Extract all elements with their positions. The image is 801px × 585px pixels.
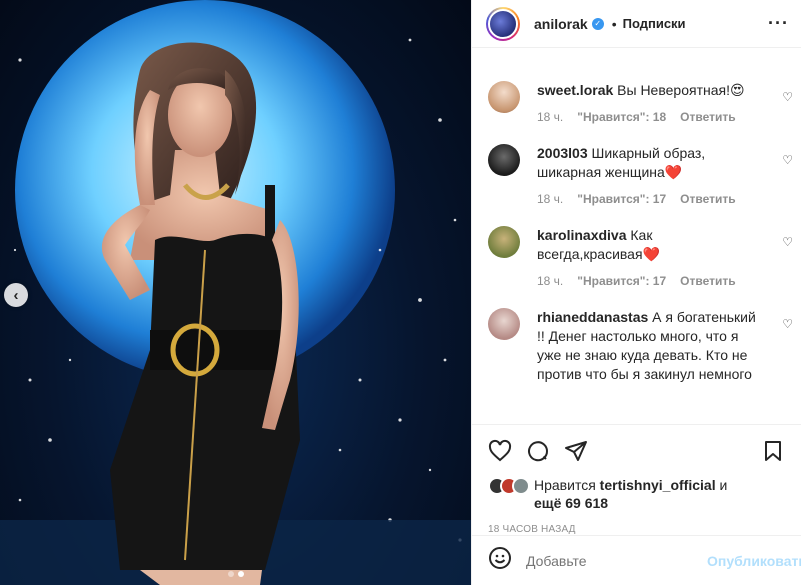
- comment-like-heart-icon[interactable]: ♡: [782, 317, 793, 331]
- comment-text-block: karolinaxdiva Как всегда,красивая❤️: [537, 226, 761, 264]
- heart-eyes-emoji: 😍: [729, 82, 745, 98]
- comment-text: Вы Невероятная!: [617, 82, 730, 98]
- comment-meta: 18 ч. "Нравится": 17 Ответить: [537, 192, 761, 206]
- comment-reply-button[interactable]: Ответить: [680, 192, 735, 206]
- comment-item: rhianeddanastas А я богатенький !! Денег…: [488, 308, 801, 384]
- likes-text: Нравится tertishnyi_official и ещё 69 61…: [534, 476, 727, 512]
- comment-username[interactable]: rhianeddanastas: [537, 309, 648, 325]
- carousel-dot-active: [237, 571, 244, 577]
- author-avatar-image: [488, 8, 518, 39]
- comment-avatar[interactable]: [488, 226, 520, 258]
- comment-likes[interactable]: "Нравится": 18: [577, 110, 666, 124]
- comment-likes[interactable]: "Нравится": 17: [577, 192, 666, 206]
- comment-meta: 18 ч. "Нравится": 18 Ответить: [537, 110, 745, 124]
- carousel-indicator: [0, 571, 471, 577]
- following-button[interactable]: Подписки: [623, 16, 686, 31]
- post-actions: [472, 424, 801, 476]
- comment-item: karolinaxdiva Как всегда,красивая❤️ 18 ч…: [488, 226, 801, 288]
- comment-text-block: 2003l03 Шикарный образ, шикарная женщина…: [537, 144, 761, 182]
- share-paper-plane-icon[interactable]: [564, 439, 588, 463]
- comment-username[interactable]: karolinaxdiva: [537, 227, 627, 243]
- carousel-dot: [227, 571, 234, 577]
- photo-illustration: [0, 0, 471, 585]
- comment-time[interactable]: 18 ч.: [537, 274, 563, 288]
- author-avatar[interactable]: [486, 6, 520, 41]
- add-comment-bar: Опубликовать: [472, 535, 801, 585]
- comment-likes[interactable]: "Нравится": 17: [577, 274, 666, 288]
- comment-like-heart-icon[interactable]: ♡: [782, 153, 793, 167]
- emoji-smile-icon[interactable]: [488, 546, 512, 575]
- post-photo[interactable]: ‹: [0, 0, 471, 585]
- more-options-icon[interactable]: ···: [768, 13, 789, 34]
- comment-bubble-icon[interactable]: [526, 439, 550, 463]
- verified-badge-icon: ✓: [591, 17, 604, 30]
- likes-and: и: [719, 477, 728, 493]
- heart-emoji: ❤️: [664, 164, 683, 180]
- comment-input[interactable]: [526, 552, 707, 569]
- comment-avatar[interactable]: [488, 144, 520, 176]
- comment-avatar[interactable]: [488, 81, 520, 113]
- comments-list[interactable]: sweet.lorak Вы Невероятная!😍 18 ч. "Нрав…: [472, 48, 801, 424]
- comment-username[interactable]: sweet.lorak: [537, 82, 613, 98]
- publish-button[interactable]: Опубликовать: [707, 553, 801, 569]
- previous-photo-button[interactable]: ‹: [4, 283, 28, 307]
- comment-text-block: sweet.lorak Вы Невероятная!😍: [537, 81, 745, 100]
- comment-text-block: rhianeddanastas А я богатенький !! Денег…: [537, 308, 761, 384]
- likes-prefix: Нравится: [534, 477, 596, 493]
- post-header: anilorak ✓ • Подписки ···: [472, 0, 801, 48]
- header-separator: •: [611, 15, 617, 32]
- comment-item: 2003l03 Шикарный образ, шикарная женщина…: [488, 144, 801, 206]
- comment-like-heart-icon[interactable]: ♡: [782, 235, 793, 249]
- liker-avatars: [488, 477, 530, 495]
- liker-avatar: [512, 477, 530, 495]
- comment-time[interactable]: 18 ч.: [537, 192, 563, 206]
- post-sidebar: anilorak ✓ • Подписки ··· sweet.lorak Вы…: [471, 0, 801, 585]
- heart-emoji: ❤️: [642, 246, 660, 262]
- likes-count-link[interactable]: ещё 69 618: [534, 495, 608, 511]
- comment-username[interactable]: 2003l03: [537, 145, 588, 161]
- post-timestamp[interactable]: 18 ЧАСОВ НАЗАД: [472, 512, 801, 535]
- comment-meta: 18 ч. "Нравится": 17 Ответить: [537, 274, 761, 288]
- likes-user-link[interactable]: tertishnyi_official: [600, 477, 716, 493]
- comment-item: sweet.lorak Вы Невероятная!😍 18 ч. "Нрав…: [488, 81, 801, 124]
- bookmark-icon[interactable]: [761, 439, 785, 463]
- comment-avatar[interactable]: [488, 308, 520, 340]
- comment-reply-button[interactable]: Ответить: [680, 274, 735, 288]
- author-username[interactable]: anilorak: [534, 16, 588, 32]
- like-heart-icon[interactable]: [488, 439, 512, 463]
- comment-reply-button[interactable]: Ответить: [680, 110, 735, 124]
- post-view: ‹ anilorak ✓ • Подписки ··· sweet.lorak: [0, 0, 801, 585]
- comment-like-heart-icon[interactable]: ♡: [782, 90, 793, 104]
- comment-time[interactable]: 18 ч.: [537, 110, 563, 124]
- likes-summary: Нравится tertishnyi_official и ещё 69 61…: [472, 476, 801, 512]
- chevron-left-icon: ‹: [13, 286, 19, 304]
